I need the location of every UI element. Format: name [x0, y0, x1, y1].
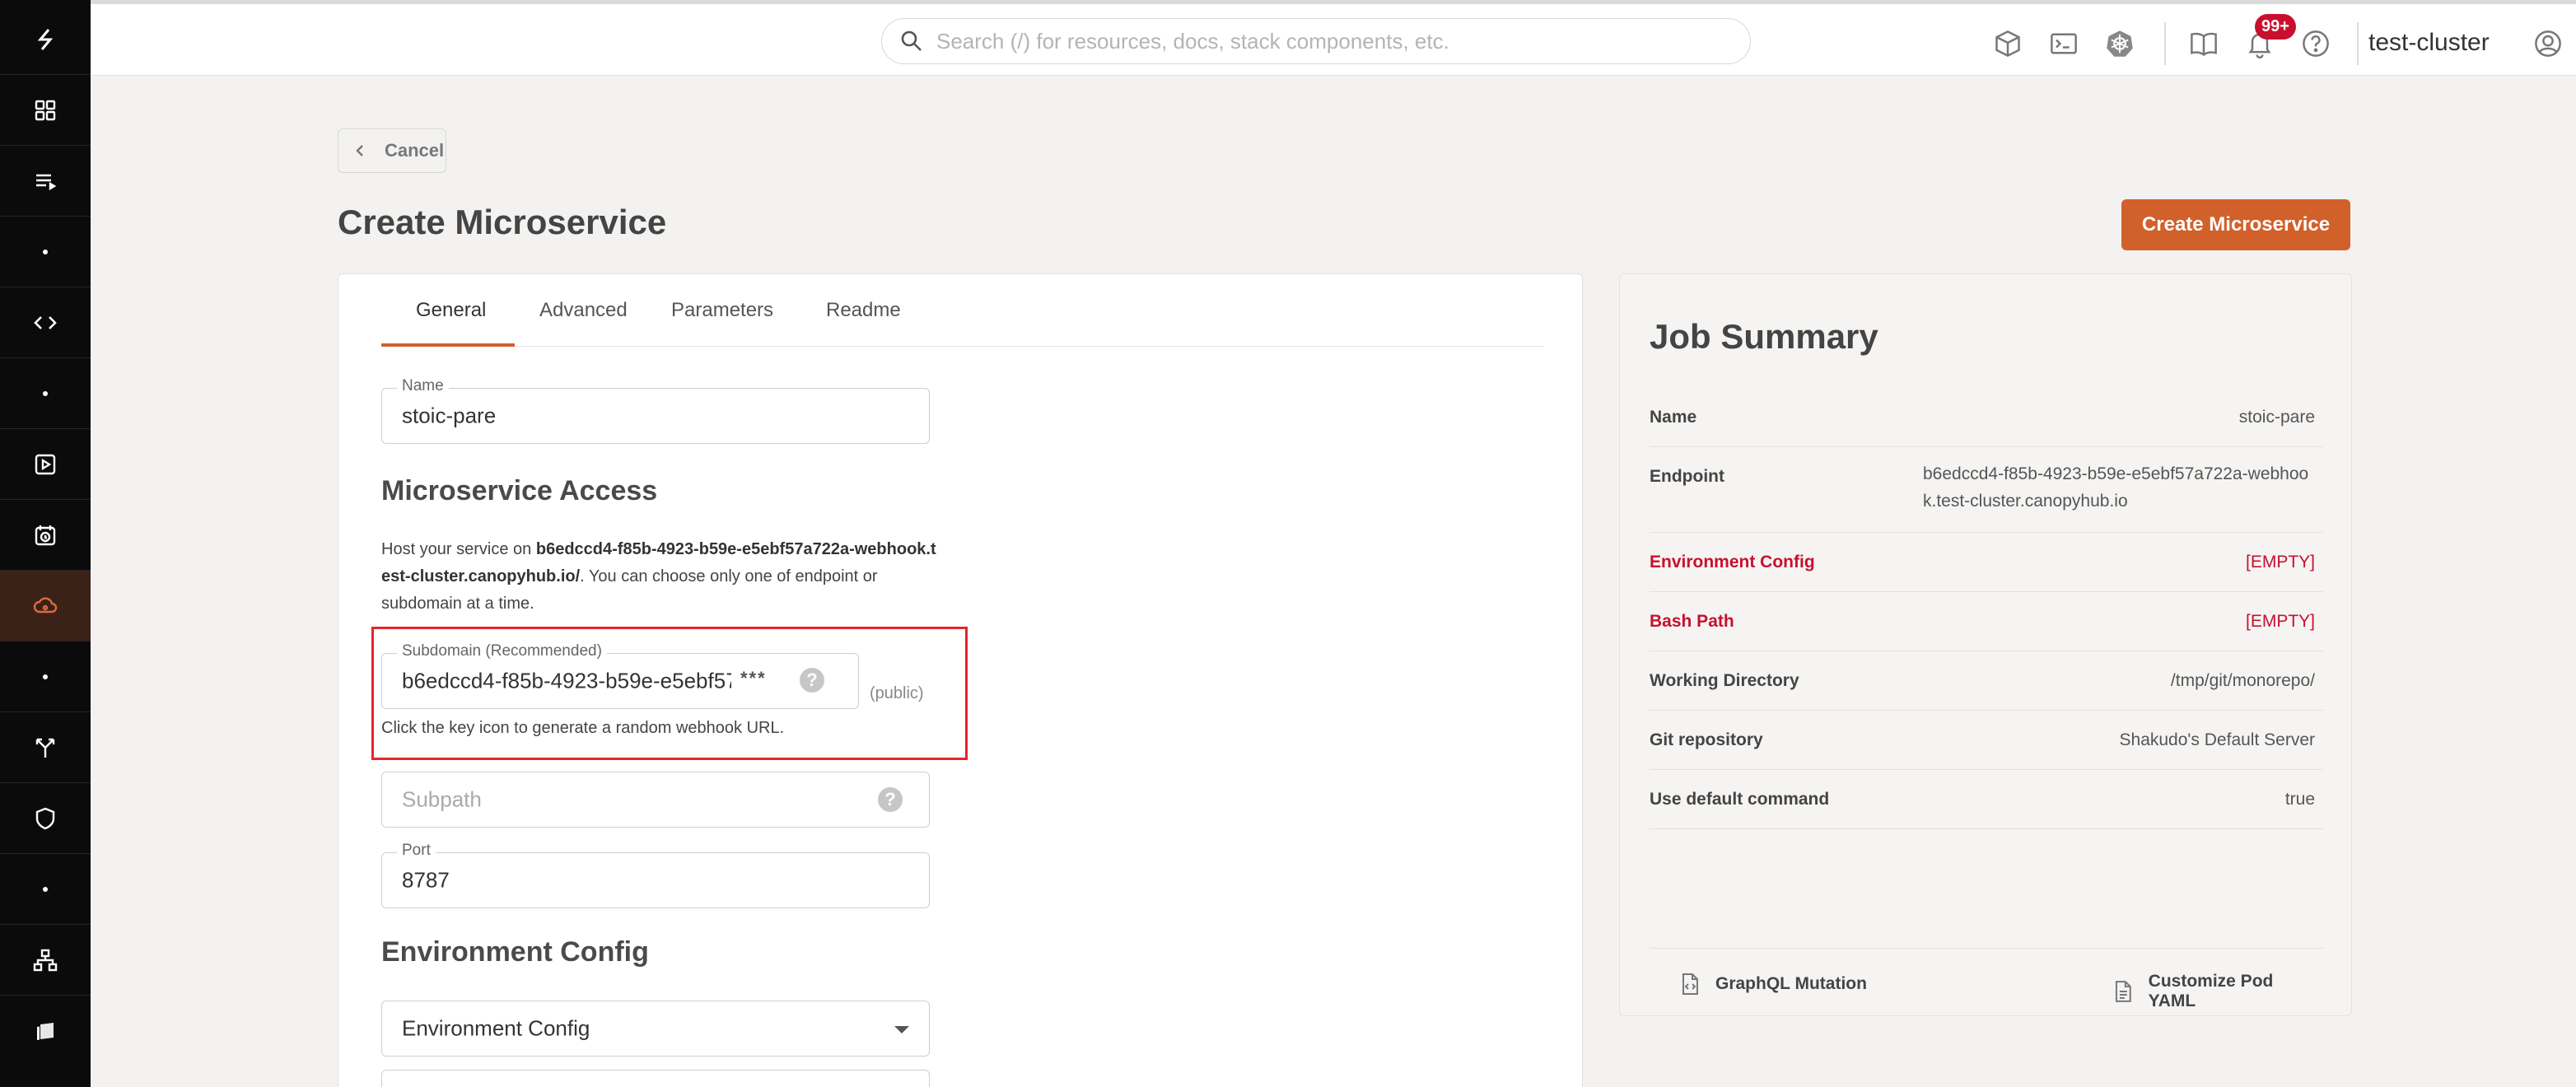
active-tab-indicator — [381, 343, 515, 347]
graphql-mutation-link[interactable]: GraphQL Mutation — [1678, 972, 1867, 996]
subdomain-field-value: b6edccd4-f85b-4923-b59e-e5ebf57a722a — [402, 668, 731, 693]
play-icon[interactable] — [0, 429, 91, 500]
document-icon — [2115, 981, 2131, 1002]
global-search[interactable] — [881, 18, 1751, 64]
subpath-field[interactable]: Subpath ? — [381, 772, 930, 828]
graphql-mutation-label: GraphQL Mutation — [1715, 974, 1867, 993]
summary-row-endpoint: Endpoint b6edccd4-f85b-4923-b59e-e5ebf57… — [1650, 447, 2323, 533]
cube-icon[interactable] — [1991, 27, 2024, 60]
summary-value: Shakudo's Default Server — [2119, 730, 2315, 749]
summary-label: Working Directory — [1650, 671, 1799, 690]
customize-pod-yaml-label: Customize Pod YAML — [2148, 972, 2274, 1010]
topbar-divider — [2164, 22, 2166, 65]
summary-label: Name — [1650, 408, 1697, 427]
customize-pod-yaml-link[interactable]: Customize Pod YAML — [2111, 972, 2323, 1011]
search-input[interactable] — [936, 28, 1678, 54]
next-select-field[interactable] — [381, 1070, 930, 1087]
kubernetes-icon[interactable] — [2103, 27, 2136, 60]
subdomain-field[interactable]: Subdomain (Recommended) b6edccd4-f85b-49… — [381, 642, 859, 709]
shield-icon[interactable] — [0, 783, 91, 854]
microservice-access-title: Microservice Access — [381, 475, 658, 506]
summary-value: [EMPTY] — [2245, 553, 2315, 571]
access-desc-prefix: Host your service on — [381, 540, 536, 558]
summary-row-use-default-command: Use default command true — [1650, 770, 2323, 829]
name-field-value: stoic-pare — [402, 403, 497, 428]
chevron-left-icon — [356, 145, 363, 156]
jobs-list-icon[interactable] — [0, 146, 91, 217]
subpath-help-icon[interactable]: ? — [878, 787, 903, 812]
cluster-name[interactable]: test-cluster — [2368, 29, 2490, 57]
dot-separator — [0, 217, 91, 287]
summary-footer: GraphQL Mutation Customize Pod YAML — [1650, 948, 2323, 1010]
public-label: (public) — [870, 684, 924, 702]
summary-label: Bash Path — [1650, 612, 1734, 631]
page-title: Create Microservice — [338, 203, 667, 241]
cancel-label: Cancel — [385, 140, 445, 161]
hierarchy-icon[interactable] — [0, 925, 91, 996]
tab-advanced[interactable]: Advanced — [539, 299, 628, 322]
scheduled-icon[interactable] — [0, 500, 91, 571]
docs-book-icon[interactable] — [2187, 27, 2220, 60]
summary-row-bash-path: Bash Path [EMPTY] — [1650, 592, 2323, 651]
user-avatar-icon[interactable] — [2532, 27, 2564, 60]
git-branch-icon[interactable] — [0, 712, 91, 783]
summary-value: true — [2284, 790, 2315, 809]
summary-row-name: Name stoic-pare — [1650, 388, 2323, 447]
subdomain-hint: Click the key icon to generate a random … — [381, 719, 785, 737]
summary-value: b6edccd4-f85b-4923-b59e-e5ebf57a722a-web… — [1923, 464, 2309, 511]
key-icon[interactable]: *** — [740, 668, 767, 689]
stack-icon[interactable] — [0, 996, 91, 1066]
summary-label: Endpoint — [1650, 467, 1724, 486]
notification-badge: 99+ — [2255, 14, 2296, 40]
code-icon[interactable] — [0, 287, 91, 358]
tab-parameters[interactable]: Parameters — [671, 299, 773, 322]
access-description: Host your service on b6edccd4-f85b-4923-… — [381, 536, 941, 618]
dot-separator — [0, 641, 91, 712]
summary-label: Git repository — [1650, 730, 1763, 749]
dashboard-grid-icon[interactable] — [0, 75, 91, 146]
top-bar: 99+ test-cluster — [91, 0, 2576, 76]
code-file-icon — [1682, 973, 1698, 995]
name-field[interactable]: Name stoic-pare — [381, 377, 930, 444]
job-summary-card: Job Summary Name stoic-pare Endpoint b6e… — [1619, 273, 2352, 1016]
form-tabs: General Advanced Parameters Readme — [381, 274, 1544, 347]
tab-readme[interactable]: Readme — [826, 299, 901, 322]
summary-value: /tmp/git/monorepo/ — [2170, 671, 2315, 690]
name-field-label: Name — [397, 377, 449, 395]
cloud-service-icon[interactable] — [0, 571, 91, 641]
summary-label: Environment Config — [1650, 553, 1815, 571]
port-field[interactable]: Port 8787 — [381, 842, 930, 908]
summary-value: [EMPTY] — [2245, 612, 2315, 631]
chevron-down-icon — [894, 1026, 909, 1033]
port-field-value: 8787 — [402, 867, 450, 893]
summary-row-git-repository: Git repository Shakudo's Default Server — [1650, 711, 2323, 770]
help-icon[interactable] — [2299, 27, 2332, 60]
environment-config-select[interactable]: Environment Config — [381, 1001, 930, 1057]
summary-label: Use default command — [1650, 790, 1830, 809]
port-field-label: Port — [397, 842, 436, 860]
topbar-divider — [2357, 22, 2359, 65]
subdomain-help-icon[interactable]: ? — [800, 668, 824, 693]
search-icon — [901, 30, 922, 51]
summary-value: stoic-pare — [2238, 408, 2315, 427]
shakudo-logo-icon[interactable] — [0, 4, 91, 75]
create-microservice-button[interactable]: Create Microservice — [2121, 199, 2350, 250]
summary-row-environment-config: Environment Config [EMPTY] — [1650, 533, 2323, 592]
summary-row-working-directory: Working Directory /tmp/git/monorepo/ — [1650, 651, 2323, 711]
cancel-button[interactable]: Cancel — [338, 128, 446, 173]
dot-separator — [0, 854, 91, 925]
tab-general[interactable]: General — [416, 299, 486, 322]
environment-config-title: Environment Config — [381, 936, 649, 968]
job-summary-title: Job Summary — [1650, 317, 1878, 356]
subdomain-field-label: Subdomain (Recommended) — [397, 642, 607, 660]
dot-separator — [0, 358, 91, 429]
subpath-placeholder: Subpath — [402, 786, 482, 812]
sidebar — [0, 0, 91, 1087]
environment-config-value: Environment Config — [402, 1015, 590, 1041]
microservice-form-card: General Advanced Parameters Readme Name … — [338, 273, 1583, 1087]
terminal-icon[interactable] — [2047, 27, 2080, 60]
